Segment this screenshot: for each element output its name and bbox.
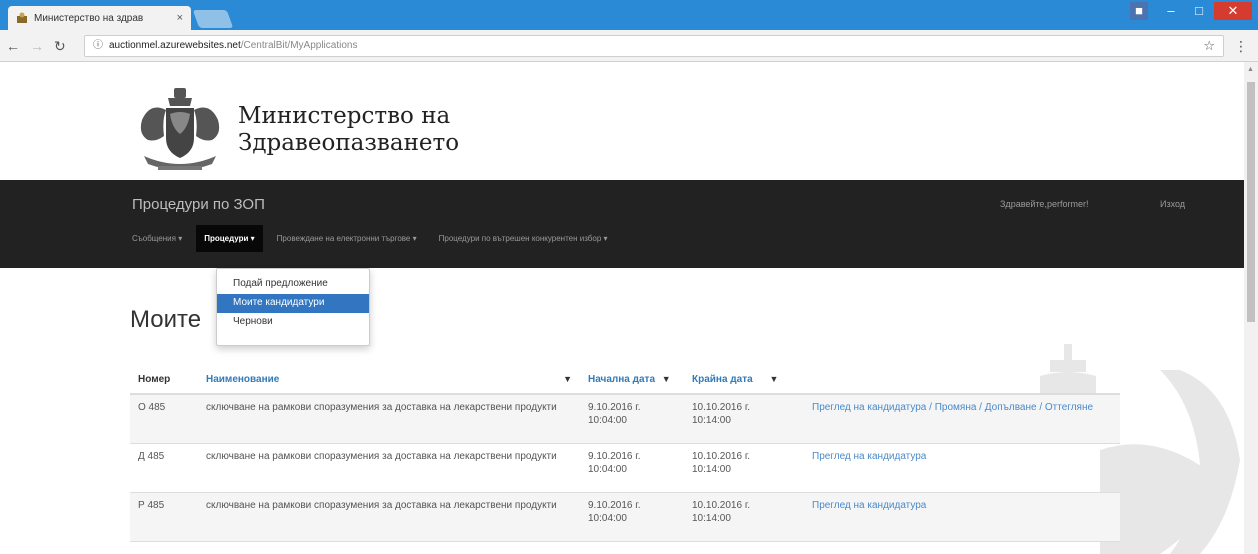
dropdown-item-drafts[interactable]: Чернови [217, 313, 369, 332]
cell-start: 9.10.2016 г. 10:04:00 [580, 491, 684, 541]
cell-number: Д 485 [130, 442, 198, 492]
menu-messages[interactable]: Съобщения ▾ [132, 234, 182, 252]
logout-link[interactable]: Изход [1160, 199, 1185, 209]
ministry-name: Министерство на Здравеопазването [238, 103, 459, 157]
cell-end: 10.10.2016 г. 10:14:00 [684, 491, 804, 541]
end-date: 10.10.2016 г. [692, 450, 751, 462]
cell-name: сключване на рамкови споразумения за дос… [198, 442, 580, 492]
end-date: 10.10.2016 г. [692, 402, 751, 413]
view-application-link[interactable]: Преглед на кандидатура [812, 500, 926, 511]
name-filter-icon[interactable]: ▼ [563, 374, 572, 384]
user-profile-icon[interactable]: ■ [1130, 2, 1148, 20]
header-end-date[interactable]: Крайна дата ▼ [684, 366, 804, 395]
cell-end: 10.10.2016 г. 10:14:00 [684, 393, 804, 443]
window-controls: ■ – □ ✕ [1130, 2, 1252, 20]
cell-name: сключване на рамкови споразумения за дос… [198, 491, 580, 541]
scrollbar-thumb[interactable] [1247, 82, 1255, 322]
back-icon[interactable]: ← [6, 38, 20, 55]
header-start-label: Начална дата [588, 374, 656, 385]
main-navbar: Процедури по ЗОП Здравейте,performer! Из… [0, 180, 1244, 268]
ministry-name-line2: Здравеопазването [238, 130, 460, 156]
header-number-label: Номер [138, 374, 171, 385]
cell-name: сключване на рамкови споразумения за дос… [198, 393, 580, 443]
page-title: Моите [130, 306, 202, 333]
cell-number: Р 485 [130, 491, 198, 541]
table-row-partial [130, 540, 1120, 553]
url-input[interactable]: ⓘ auctionmel.azurewebsites.net/CentralBit… [84, 35, 1224, 57]
close-window-icon[interactable]: ✕ [1214, 2, 1252, 20]
start-time: 10:04:00 [588, 512, 627, 524]
table-row: Д 485 сключване на рамкови споразумения … [130, 442, 1120, 492]
end-date-filter-icon[interactable]: ▼ [769, 374, 778, 384]
info-icon[interactable]: ⓘ [93, 40, 103, 51]
ministry-name-line1: Министерство на [238, 103, 451, 129]
bookmark-star-icon[interactable]: ☆ [1203, 36, 1215, 56]
dropdown-item-submit-offer[interactable]: Подай предложение [217, 275, 369, 294]
view-application-link[interactable]: Преглед на кандидатура [812, 402, 926, 413]
cell-start: 9.10.2016 г. 10:04:00 [580, 442, 684, 492]
table-row: Р 485 сключване на рамкови споразумения … [130, 491, 1120, 541]
navbar-brand[interactable]: Процедури по ЗОП [132, 196, 265, 213]
menu-electronic-auctions[interactable]: Провеждане на електронни търгове ▾ [277, 234, 417, 252]
crest-favicon-icon [17, 12, 27, 23]
header-number[interactable]: Номер [130, 366, 198, 395]
start-time: 10:04:00 [588, 463, 627, 475]
dropdown-item-my-applications[interactable]: Моите кандидатури [217, 294, 369, 313]
supplement-link[interactable]: Допълване [985, 402, 1037, 413]
start-date: 9.10.2016 г. [588, 450, 641, 462]
header-actions [804, 366, 1120, 395]
nav-buttons: ← → ↻ [6, 38, 66, 55]
change-link[interactable]: Промяна [935, 402, 977, 413]
cell-end: 10.10.2016 г. 10:14:00 [684, 442, 804, 492]
procedures-dropdown: Подай предложение Моите кандидатури Черн… [216, 268, 370, 346]
new-tab-button[interactable] [192, 10, 234, 28]
end-time: 10:14:00 [692, 415, 731, 426]
header-name[interactable]: Наименование ▼ [198, 366, 580, 395]
start-date-filter-icon[interactable]: ▼ [662, 374, 671, 384]
start-date: 9.10.2016 г. [588, 402, 641, 413]
table-header-row: Номер Наименование ▼ Начална дата ▼ Край… [130, 366, 1120, 395]
cell-actions: Преглед на кандидатура [804, 442, 1120, 492]
url-host: auctionmel.azurewebsites.net [109, 40, 241, 51]
menu-procedures[interactable]: Процедури ▾ [196, 225, 263, 252]
cut-off-row [130, 540, 1120, 553]
cell-start: 9.10.2016 г. 10:04:00 [580, 393, 684, 443]
withdraw-link[interactable]: Оттегляне [1045, 402, 1093, 413]
navbar-menu: Съобщения ▾ Процедури ▾ Провеждане на ел… [132, 225, 630, 252]
view-application-link[interactable]: Преглед на кандидатура [812, 451, 926, 462]
cell-number: О 485 [130, 393, 198, 443]
menu-internal-competitive-selection[interactable]: Процедури по вътрешен конкурентен избор … [439, 234, 608, 252]
maximize-icon[interactable]: □ [1186, 2, 1212, 20]
end-time: 10:14:00 [692, 463, 731, 475]
header-end-label: Крайна дата [692, 374, 753, 385]
cell-actions: Преглед на кандидатура [804, 491, 1120, 541]
forward-icon[interactable]: → [30, 38, 44, 55]
end-time: 10:14:00 [692, 512, 731, 524]
header-start-date[interactable]: Начална дата ▼ [580, 366, 684, 395]
minimize-icon[interactable]: – [1158, 2, 1184, 20]
browser-menu-icon[interactable]: ⋮ [1234, 38, 1248, 55]
address-bar-area: ← → ↻ ⓘ auctionmel.azurewebsites.net/Cent… [0, 30, 1258, 62]
site-header: Министерство на Здравеопазването [130, 80, 459, 180]
cell-actions: Преглед на кандидатура / Промяна / Допъл… [804, 393, 1120, 443]
scroll-up-icon[interactable]: ▲ [1247, 66, 1254, 73]
url-path: /CentralBit/MyApplications [240, 40, 358, 51]
user-greeting[interactable]: Здравейте,performer! [1000, 199, 1088, 209]
browser-tab[interactable]: Министерство на здрав × [8, 6, 191, 30]
tab-close-icon[interactable]: × [177, 12, 183, 24]
tab-title: Министерство на здрав [34, 12, 144, 24]
browser-titlebar: Министерство на здрав × ■ – □ ✕ [0, 0, 1258, 30]
reload-icon[interactable]: ↻ [54, 38, 66, 55]
applications-table: Номер Наименование ▼ Начална дата ▼ Край… [130, 366, 1120, 553]
start-date: 9.10.2016 г. [588, 499, 641, 511]
page-scrollbar[interactable]: ▲ [1244, 62, 1258, 554]
end-date: 10.10.2016 г. [692, 499, 751, 511]
coat-of-arms-icon [140, 88, 220, 170]
header-name-label: Наименование [206, 374, 280, 385]
start-time: 10:04:00 [588, 415, 627, 426]
table-row: О 485 сключване на рамкови споразумения … [130, 393, 1120, 443]
